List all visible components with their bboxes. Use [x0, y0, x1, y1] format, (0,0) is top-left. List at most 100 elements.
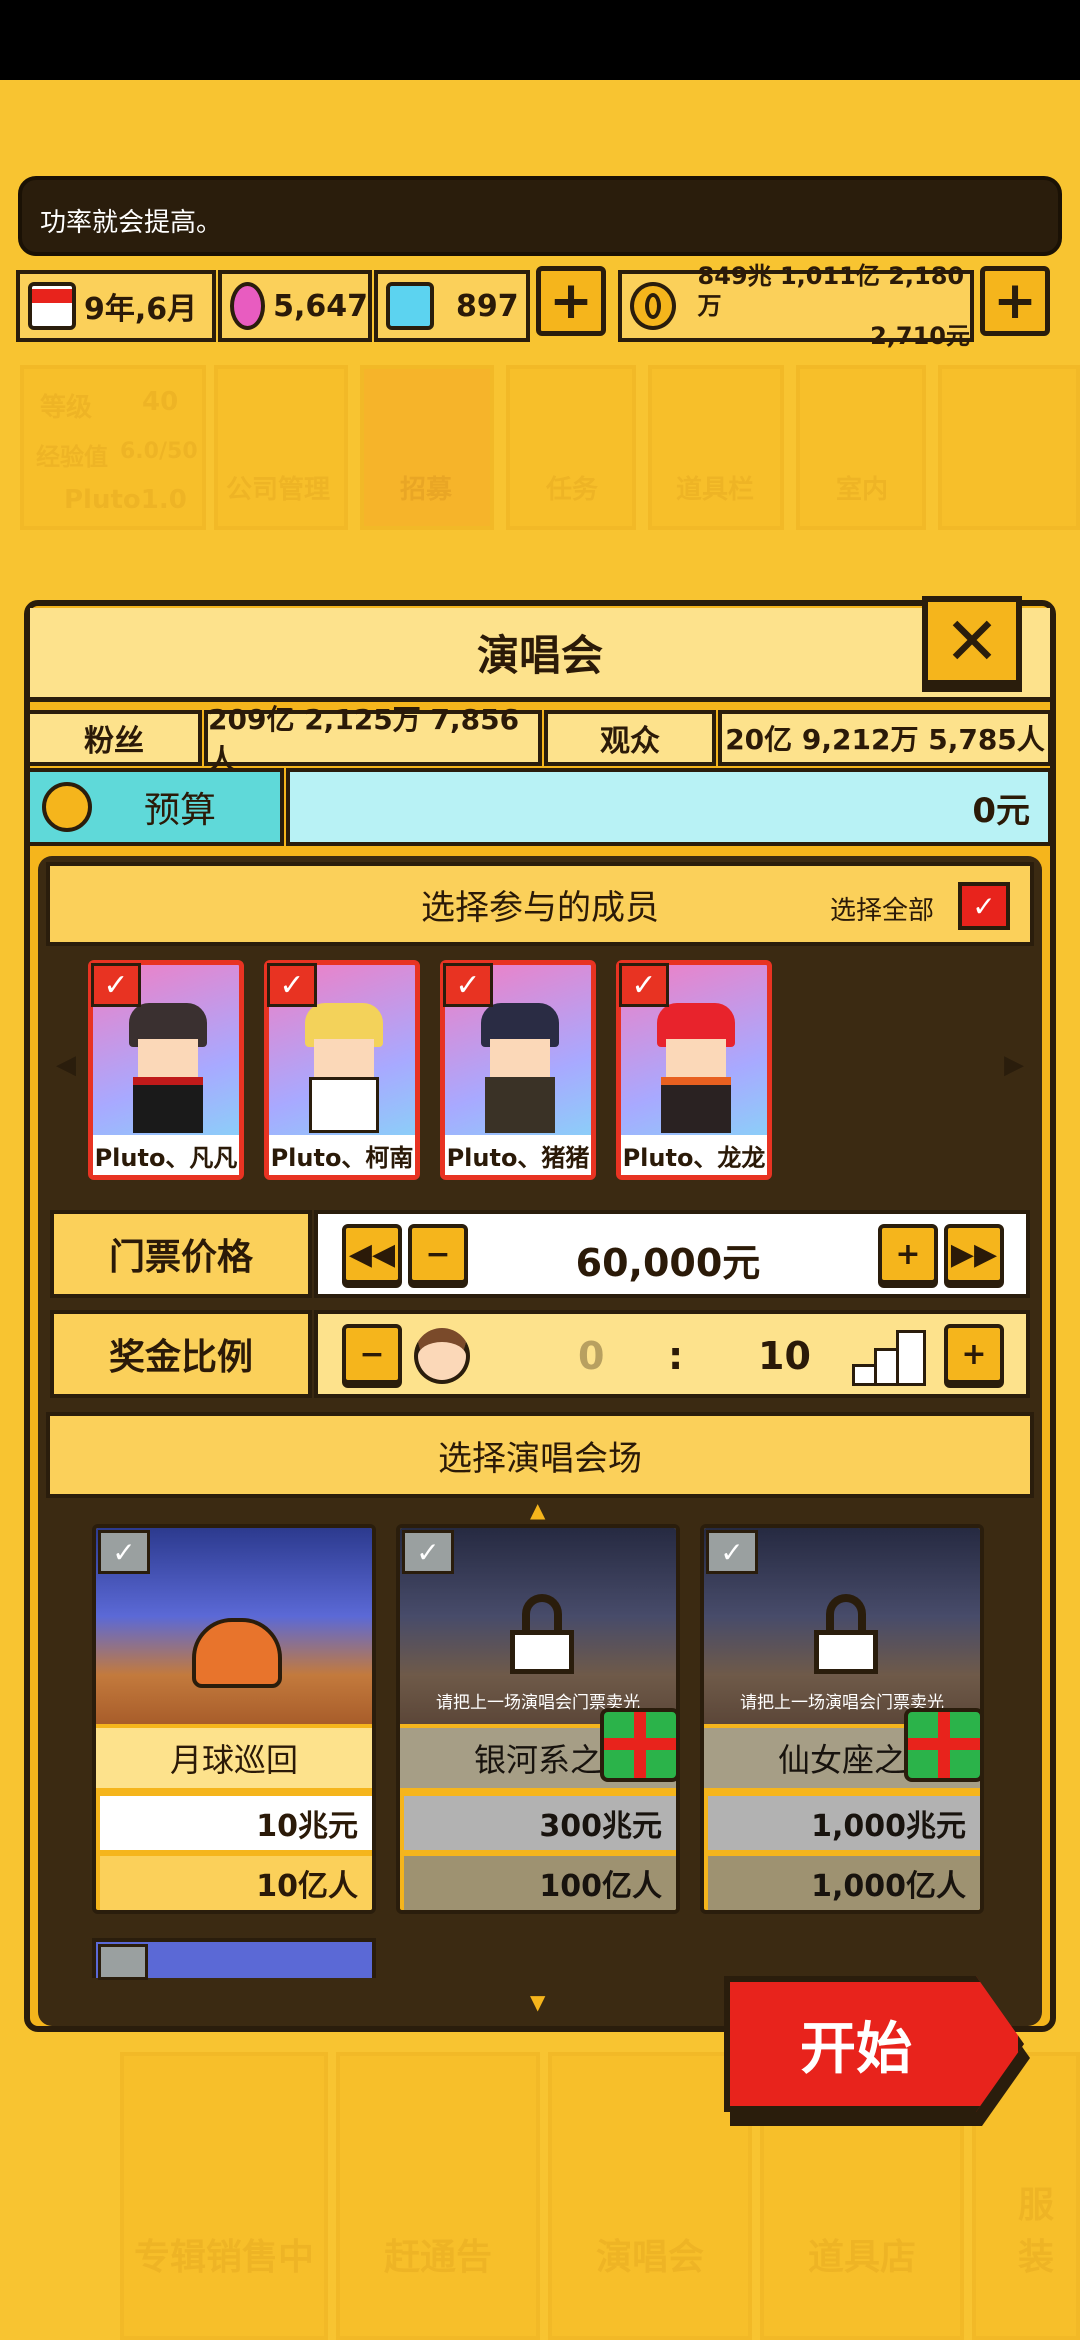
checkmark-icon: ✓ — [267, 963, 317, 1007]
calendar-icon — [28, 282, 76, 330]
exp-value: 6.0/50 — [120, 439, 198, 464]
venue-cost: 10兆元 — [100, 1796, 372, 1850]
ticket-increase-button[interactable]: + — [878, 1224, 938, 1284]
close-icon: ✕ — [944, 602, 1000, 680]
pink-gem-counter: 5,647 — [218, 270, 372, 342]
member-name: Pluto、龙龙 — [621, 1135, 767, 1175]
members-header: 选择参与的成员 选择全部 ✓ — [46, 862, 1034, 946]
venue-card-4[interactable] — [92, 1938, 376, 1980]
dialog-title-text: 演唱会 — [476, 631, 603, 680]
member-avatar — [657, 1003, 735, 1133]
bottom-tab-label: 演唱会 — [595, 2237, 704, 2278]
venue-header-text: 选择演唱会场 — [438, 1438, 642, 1479]
date-display: 9年,6月 — [16, 270, 216, 342]
gift-icon[interactable] — [600, 1708, 676, 1782]
nav-interior: 室内 — [796, 365, 926, 530]
blue-gem-value: 897 — [456, 288, 519, 324]
venue-capacity: 100亿人 — [404, 1856, 676, 1910]
ticket-price-value: 60,000元 — [575, 1241, 761, 1285]
members-header-text: 选择参与的成员 — [421, 887, 659, 928]
gift-icon[interactable] — [904, 1708, 980, 1782]
member-avatar — [481, 1003, 559, 1133]
ticket-fast-increase-button[interactable]: ▶▶ — [944, 1224, 1004, 1284]
exp-label: 经验值 — [36, 443, 108, 471]
venue-card-2[interactable]: ✓ 请把上一场演唱会门票卖光 银河系之 300兆元 100亿人 — [396, 1524, 680, 1914]
ticker-text: 功率就会提高。 — [40, 208, 223, 238]
blue-gem-icon — [386, 282, 434, 330]
ticket-fast-decrease-button[interactable]: ◀◀ — [342, 1224, 402, 1284]
level-value: 40 — [142, 387, 179, 417]
lock-icon — [510, 1594, 574, 1674]
pink-gem-value: 5,647 — [273, 288, 368, 324]
member-card-4[interactable]: ✓ Pluto、龙龙 — [616, 960, 772, 1180]
member-card-3[interactable]: ✓ Pluto、猪猪 — [440, 960, 596, 1180]
start-button-label: 开始 — [800, 2016, 912, 2082]
nav-label: 招募 — [400, 475, 453, 505]
add-gems-button[interactable]: + — [536, 266, 606, 336]
venue-cost: 1,000兆元 — [708, 1796, 980, 1850]
scroll-right-icon[interactable]: ▶ — [1004, 1050, 1024, 1080]
status-bar — [0, 0, 1080, 80]
news-ticker: 功率就会提高。 — [18, 176, 1062, 256]
checkmark-icon: ✓ — [443, 963, 493, 1007]
checkbox-icon — [98, 1944, 148, 1980]
coin-icon — [42, 782, 92, 832]
scroll-up-icon[interactable]: ▲ — [530, 1498, 545, 1522]
bonus-increase-button[interactable]: + — [944, 1324, 1004, 1384]
bottom-tab-concert: 演唱会 — [548, 2052, 752, 2340]
venue-capacity: 1,000亿人 — [708, 1856, 980, 1910]
bonus-separator: : — [668, 1334, 684, 1378]
fans-value-text: 209亿 2,125万 7,856人 — [208, 703, 520, 776]
nav-recruit: 招募 — [360, 365, 494, 530]
bonus-company-share: 10 — [758, 1334, 811, 1378]
ticket-decrease-button[interactable]: − — [408, 1224, 468, 1284]
checkbox-icon: ✓ — [706, 1530, 758, 1574]
select-all-checkbox[interactable]: ✓ — [958, 882, 1010, 930]
nav-label: 道具栏 — [676, 475, 755, 505]
member-name: Pluto、凡凡 — [93, 1135, 239, 1175]
checkmark-icon: ✓ — [91, 963, 141, 1007]
audience-label: 观众 — [544, 710, 716, 766]
close-button[interactable]: ✕ — [922, 596, 1022, 686]
bonus-ratio-label-text: 奖金比例 — [108, 1337, 253, 1378]
add-money-button[interactable]: + — [980, 266, 1050, 336]
lock-icon — [814, 1594, 878, 1674]
select-all-label: 选择全部 — [829, 896, 934, 926]
pink-gem-icon — [230, 282, 266, 330]
audience-value: 20亿 9,212万 5,785人 — [718, 710, 1052, 766]
level-label: 等级 — [40, 393, 93, 423]
scroll-left-icon[interactable]: ◀ — [56, 1050, 76, 1080]
scroll-down-icon[interactable]: ▼ — [530, 1990, 545, 2014]
nav-label: 任务 — [546, 475, 599, 505]
fans-label-text: 粉丝 — [84, 724, 144, 759]
member-avatar — [305, 1003, 383, 1133]
budget-label: 预算 — [26, 768, 284, 846]
nav-extra — [938, 365, 1080, 530]
ticket-price-control: ◀◀ − 60,000元 + ▶▶ — [314, 1210, 1030, 1298]
venue-cost: 300兆元 — [404, 1796, 676, 1850]
budget-label-text: 预算 — [144, 790, 217, 831]
member-name: Pluto、猪猪 — [445, 1135, 591, 1175]
level-panel: 等级 40 经验值 6.0/50 Pluto1.0 — [20, 365, 206, 530]
bonus-member-share: 0 — [578, 1334, 605, 1378]
member-card-1[interactable]: ✓ Pluto、凡凡 — [88, 960, 244, 1180]
ticket-price-label: 门票价格 — [50, 1210, 312, 1298]
venue-capacity: 10亿人 — [100, 1856, 372, 1910]
audience-value-text: 20亿 9,212万 5,785人 — [725, 723, 1045, 756]
fans-value: 209亿 2,125万 7,856人 — [204, 703, 542, 776]
start-button[interactable]: 开始 — [724, 1976, 1024, 2112]
date-text: 9年,6月 — [84, 292, 198, 327]
audience-label-text: 观众 — [600, 724, 660, 759]
nav-items: 道具栏 — [648, 365, 784, 530]
checkbox-icon: ✓ — [98, 1530, 150, 1574]
venue-card-3[interactable]: ✓ 请把上一场演唱会门票卖光 仙女座之 1,000兆元 1,000亿人 — [700, 1524, 984, 1914]
fans-label: 粉丝 — [26, 710, 202, 766]
bonus-decrease-button[interactable]: − — [342, 1324, 402, 1384]
venue-card-1[interactable]: ✓ 月球巡回 10兆元 10亿人 — [92, 1524, 376, 1914]
ticket-price-label-text: 门票价格 — [108, 1237, 253, 1278]
member-name: Pluto、柯南 — [269, 1135, 415, 1175]
money-counter: 849兆 1,011亿 2,180万 2,710元 — [618, 262, 974, 350]
member-card-2[interactable]: ✓ Pluto、柯南 — [264, 960, 420, 1180]
budget-value-text: 0元 — [972, 790, 1030, 831]
member-avatar — [129, 1003, 207, 1133]
